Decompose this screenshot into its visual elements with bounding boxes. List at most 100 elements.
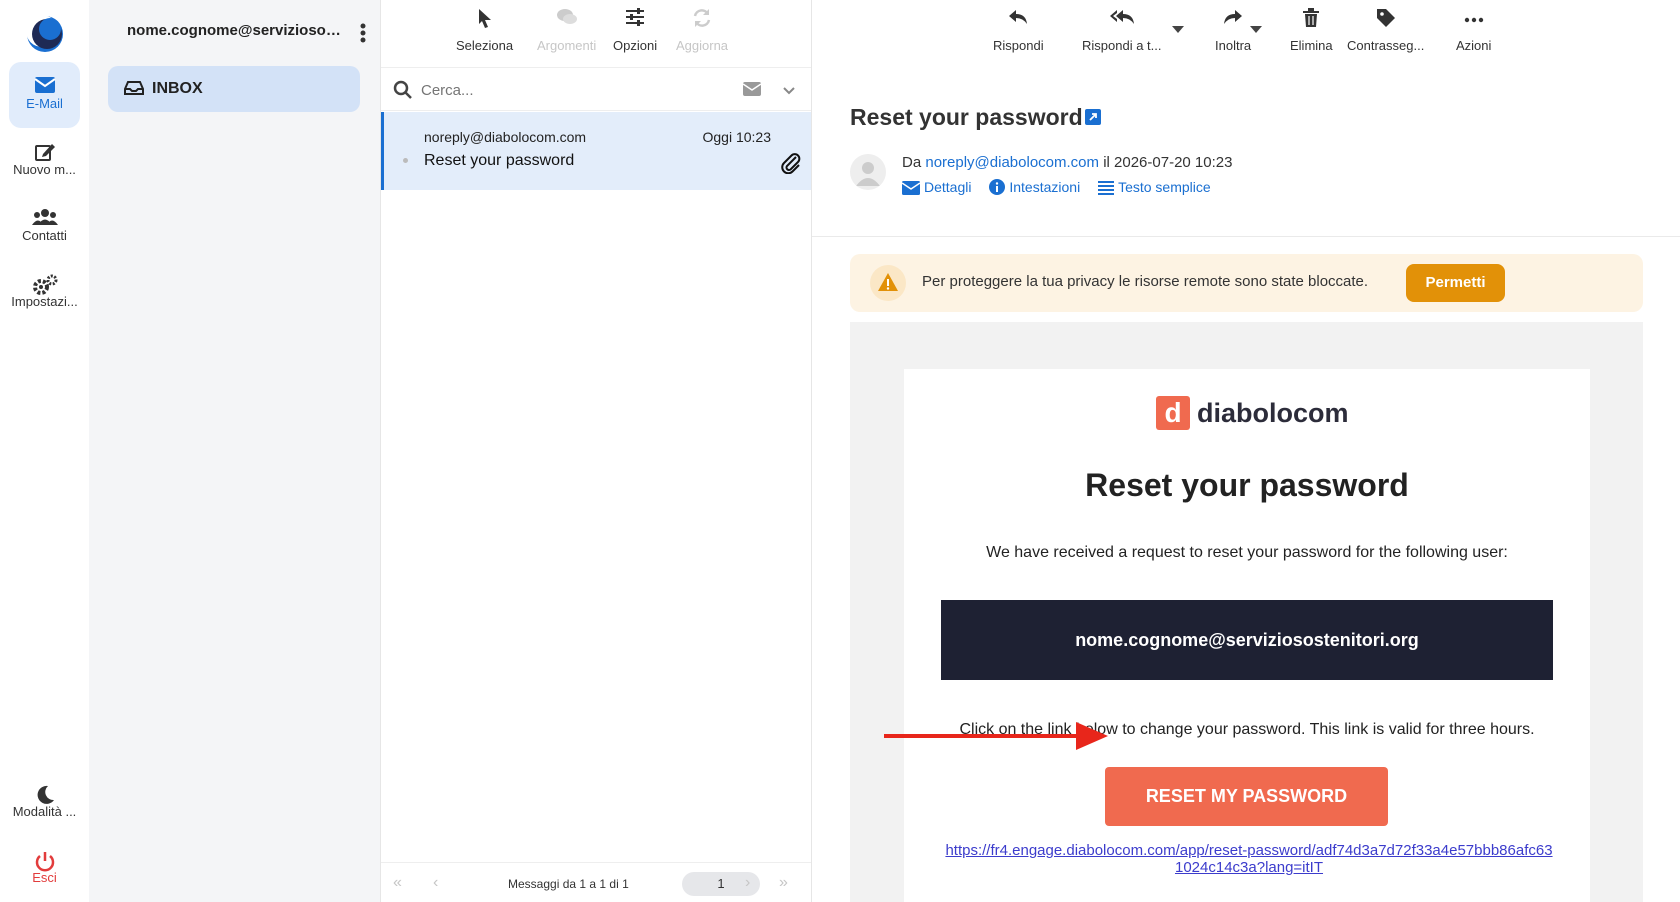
reading-pane: Rispondi Rispondi a t... Inoltra Elimina… [812, 0, 1680, 902]
flag-button[interactable]: Contrasseg... [1347, 8, 1424, 53]
last-page-icon[interactable]: » [779, 874, 788, 892]
from-prefix: Da [902, 154, 922, 171]
details-label: Dettagli [924, 179, 972, 195]
headers-link[interactable]: Intestazioni [989, 179, 1080, 195]
reset-password-button[interactable]: RESET MY PASSWORD [1105, 767, 1388, 826]
nav-compose[interactable]: Nuovo m... [9, 128, 80, 194]
inbox-icon [124, 80, 144, 101]
folder-panel: nome.cognome@serviziosost... INBOX [89, 0, 380, 902]
message-subject: Reset your password [424, 152, 575, 169]
actions-button[interactable]: Azioni [1456, 8, 1491, 53]
email-from-line: Da noreply@diabolocom.com il 2026-07-20 … [902, 154, 1232, 171]
options-label: Opzioni [613, 38, 658, 53]
reply-all-label: Rispondi a t... [1082, 38, 1162, 53]
message-row[interactable]: noreply@diabolocom.com Oggi 10:23 Reset … [381, 112, 811, 190]
search-icon [393, 80, 413, 105]
list-icon [1098, 181, 1115, 195]
email-date: 2026-07-20 10:23 [1114, 154, 1233, 171]
message-date: Oggi 10:23 [702, 129, 772, 145]
folder-inbox[interactable]: INBOX [108, 66, 360, 112]
sender-avatar [850, 154, 886, 190]
search-bar [381, 67, 811, 111]
nav-settings-label: Impostazi... [11, 294, 78, 309]
search-scope-envelope-icon[interactable] [742, 82, 762, 101]
forward-dropdown-icon[interactable] [1250, 26, 1262, 33]
nav-settings[interactable]: Impostazi... [9, 260, 80, 326]
open-external-icon[interactable] [1085, 109, 1101, 130]
dark-mode-label: Modalità ... [12, 804, 77, 819]
pager-count: Messaggi da 1 a 1 di 1 [508, 877, 629, 891]
forward-label: Inoltra [1215, 38, 1252, 53]
headers-label: Intestazioni [1009, 179, 1081, 195]
nav-compose-label: Nuovo m... [13, 162, 76, 177]
message-from: noreply@diabolocom.com [424, 129, 587, 145]
tag-icon [1347, 8, 1424, 38]
reply-button[interactable]: Rispondi [993, 8, 1044, 53]
dark-mode-toggle[interactable]: Modalità ... [9, 770, 80, 836]
nav-email[interactable]: E-Mail [9, 62, 80, 128]
info-icon [989, 179, 1006, 195]
threads-button[interactable]: Argomenti [537, 8, 596, 53]
unread-dot [403, 158, 408, 163]
ellipsis-icon [1456, 8, 1491, 38]
nav-contacts[interactable]: Contatti [9, 194, 80, 260]
next-page-icon[interactable]: › [745, 874, 750, 892]
email-subject: Reset your password [850, 104, 1083, 130]
envelope-icon [901, 181, 921, 195]
account-name: nome.cognome@serviziosost... [127, 22, 347, 39]
forward-icon [1215, 8, 1251, 38]
power-icon [9, 836, 80, 872]
details-link[interactable]: Dettagli [901, 179, 972, 195]
actions-label: Azioni [1456, 38, 1492, 53]
account-menu-icon[interactable] [359, 22, 367, 44]
email-body: d diabolocom Reset your password We have… [850, 322, 1643, 902]
header-divider [812, 236, 1680, 237]
email-intro: We have received a request to reset your… [986, 544, 1508, 561]
sliders-icon [613, 8, 657, 38]
delete-label: Elimina [1290, 38, 1333, 53]
reply-all-button[interactable]: Rispondi a t... [1082, 8, 1162, 53]
email-title: Reset your password [1085, 467, 1409, 503]
moon-icon [9, 770, 80, 804]
forward-button[interactable]: Inoltra [1215, 8, 1251, 53]
select-label: Seleziona [456, 38, 514, 53]
notice-text: Per proteggere la tua privacy le risorse… [922, 273, 1369, 290]
nav-contacts-label: Contatti [22, 228, 67, 243]
reply-all-dropdown-icon[interactable] [1172, 26, 1184, 33]
allow-button[interactable]: Permetti [1406, 264, 1505, 302]
pagination: « ‹ Messaggi da 1 a 1 di 1 1 › » [381, 862, 811, 902]
remote-content-notice: Per proteggere la tua privacy le risorse… [850, 254, 1643, 312]
search-input[interactable] [421, 78, 721, 102]
refresh-label: Aggiorna [676, 38, 729, 53]
envelope-icon [9, 62, 80, 93]
nav-email-label: E-Mail [26, 96, 63, 111]
select-button[interactable]: Seleziona [456, 8, 513, 53]
app-logo[interactable] [25, 14, 65, 54]
prev-page-icon[interactable]: ‹ [433, 874, 438, 892]
flag-label: Contrasseg... [1347, 38, 1425, 53]
header-links: Dettagli Intestazioni Testo semplice [901, 179, 1225, 195]
message-list-panel: Seleziona Argomenti Opzioni Aggiorna nor [380, 0, 812, 902]
email-card: d diabolocom Reset your password We have… [904, 369, 1590, 902]
delete-button[interactable]: Elimina [1290, 8, 1333, 53]
plain-text-label: Testo semplice [1118, 179, 1211, 195]
trash-icon [1290, 8, 1333, 38]
logout-button[interactable]: Esci [9, 836, 80, 902]
reset-password-link[interactable]: https://fr4.engage.diabolocom.com/app/re… [944, 842, 1554, 876]
logout-label: Esci [32, 870, 57, 885]
options-button[interactable]: Opzioni [613, 8, 657, 53]
reply-all-icon [1082, 8, 1162, 38]
users-icon [9, 194, 80, 225]
chevron-down-icon[interactable] [783, 82, 795, 100]
refresh-button[interactable]: Aggiorna [676, 8, 728, 53]
brand-letter: d [1156, 396, 1190, 430]
folder-inbox-label: INBOX [152, 80, 203, 97]
red-arrow-annotation [884, 722, 1108, 750]
taskmenu: E-Mail Nuovo m... Contatti Impostazi... … [0, 0, 89, 902]
plain-text-link[interactable]: Testo semplice [1098, 179, 1211, 195]
threads-label: Argomenti [537, 38, 597, 53]
first-page-icon[interactable]: « [393, 874, 402, 892]
attachment-icon [781, 152, 801, 179]
sender-link[interactable]: noreply@diabolocom.com [925, 154, 1099, 171]
reply-icon [993, 8, 1044, 38]
